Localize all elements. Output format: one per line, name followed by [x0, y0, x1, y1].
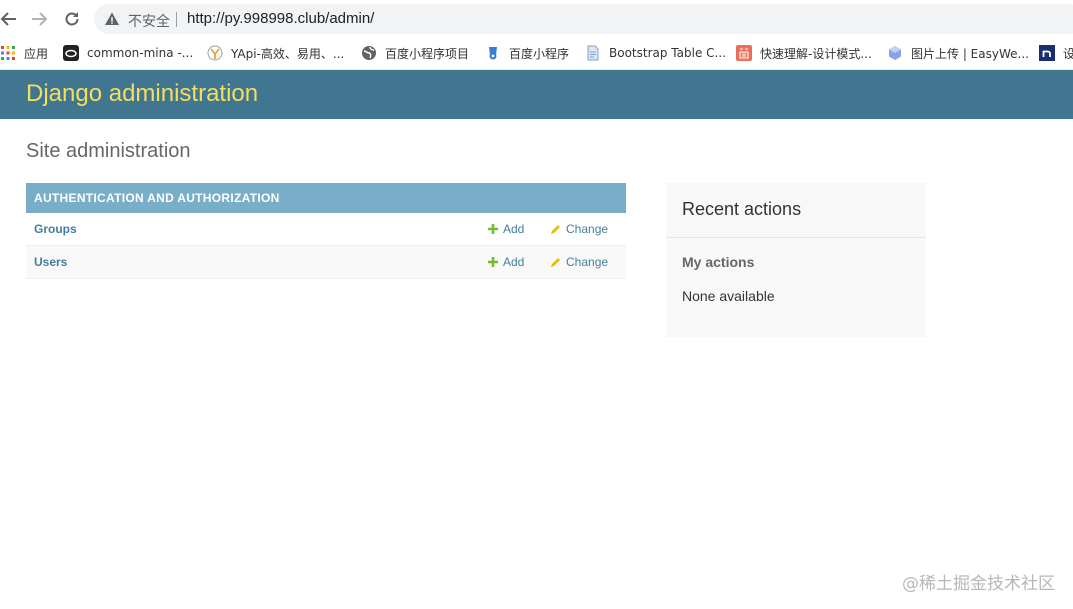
- back-button[interactable]: [0, 8, 20, 30]
- warning-icon[interactable]: [104, 11, 120, 27]
- easyweb-icon: [889, 46, 901, 60]
- plus-icon: [488, 257, 498, 267]
- bookmark-bootstrap-table[interactable]: Bootstrap Table C...: [585, 42, 726, 64]
- add-label: Add: [503, 222, 525, 236]
- browser-toolbar: 不安全 http://py.998998.club/admin/: [0, 0, 1073, 38]
- site-brand-link[interactable]: Django administration: [26, 80, 258, 108]
- n-icon: [1039, 45, 1055, 61]
- address-bar[interactable]: 不安全 http://py.998998.club/admin/: [94, 4, 1073, 34]
- model-row-users: Users Add Change: [26, 246, 626, 279]
- model-link-groups[interactable]: Groups: [34, 222, 77, 236]
- add-label: Add: [503, 255, 525, 269]
- bookmark-apps[interactable]: 应用: [0, 42, 48, 64]
- site-header: Django administration: [0, 70, 1073, 119]
- recent-actions-panel: Recent actions My actions None available: [666, 183, 926, 337]
- bookmark-n[interactable]: 设: [1039, 42, 1073, 64]
- not-secure-label[interactable]: 不安全: [128, 11, 170, 31]
- bookmark-common-mina[interactable]: common-mina -...: [63, 42, 193, 64]
- arrow-right-icon: [32, 12, 48, 26]
- groups-add-link[interactable]: Add: [488, 222, 524, 236]
- bookmark-label: YApi-高效、易用、...: [231, 46, 345, 61]
- pencil-icon: [551, 224, 560, 234]
- groups-change-link[interactable]: Change: [550, 222, 608, 236]
- model-row-groups: Groups Add Change: [26, 213, 626, 246]
- recent-actions-title: Recent actions: [682, 199, 802, 219]
- globe-icon: [362, 46, 376, 60]
- change-label: Change: [566, 222, 609, 236]
- jian-icon: [736, 45, 752, 61]
- bookmark-baidu-mini[interactable]: 百度小程序: [485, 42, 569, 64]
- baidu-icon: [489, 47, 497, 60]
- arrow-left-icon: [0, 12, 16, 26]
- recent-actions-divider: [666, 237, 926, 238]
- bookmark-label: 百度小程序: [509, 46, 570, 61]
- bookmark-label: 应用: [24, 46, 49, 61]
- apps-grid-icon: [1, 46, 15, 60]
- bookmark-design-pattern[interactable]: 快速理解-设计模式...: [736, 42, 872, 64]
- bookmark-label: common-mina -...: [87, 46, 194, 60]
- reload-icon: [65, 12, 79, 26]
- bookmarks-bar: 应用 common-mina -... YApi-高效、易用、... 百度小程序…: [0, 38, 1073, 70]
- no-actions-text: None available: [682, 288, 775, 304]
- bookmark-label: 设: [1063, 46, 1073, 61]
- bookmark-label: 百度小程序项目: [385, 46, 470, 61]
- bookmark-label: 图片上传 | EasyWe...: [911, 46, 1029, 61]
- my-actions-heading: My actions: [682, 254, 755, 270]
- address-separator: [176, 12, 177, 27]
- yapi-icon: [207, 45, 223, 61]
- model-link-users[interactable]: Users: [34, 255, 67, 269]
- bookmark-label: Bootstrap Table C...: [609, 46, 726, 60]
- app-module-auth: AUTHENTICATION AND AUTHORIZATION Groups …: [26, 183, 626, 279]
- change-label: Change: [566, 255, 609, 269]
- reload-button[interactable]: [61, 8, 83, 30]
- plus-icon: [488, 224, 498, 234]
- bookmark-easyweb[interactable]: 图片上传 | EasyWe...: [887, 42, 1029, 64]
- users-change-link[interactable]: Change: [550, 255, 608, 269]
- watermark: @稀土掘金技术社区: [902, 574, 1055, 594]
- bookmark-baidu-project[interactable]: 百度小程序项目: [361, 42, 469, 64]
- url-text[interactable]: http://py.998998.club/admin/: [187, 10, 374, 27]
- pencil-icon: [551, 257, 560, 267]
- users-add-link[interactable]: Add: [488, 255, 524, 269]
- common-mina-icon: [63, 45, 79, 61]
- bookmark-yapi[interactable]: YApi-高效、易用、...: [207, 42, 344, 64]
- page-title: Site administration: [26, 140, 191, 162]
- bookmark-label: 快速理解-设计模式...: [760, 46, 872, 61]
- document-icon: [587, 45, 599, 61]
- forward-button[interactable]: [28, 8, 50, 30]
- app-caption-link[interactable]: AUTHENTICATION AND AUTHORIZATION: [26, 183, 626, 213]
